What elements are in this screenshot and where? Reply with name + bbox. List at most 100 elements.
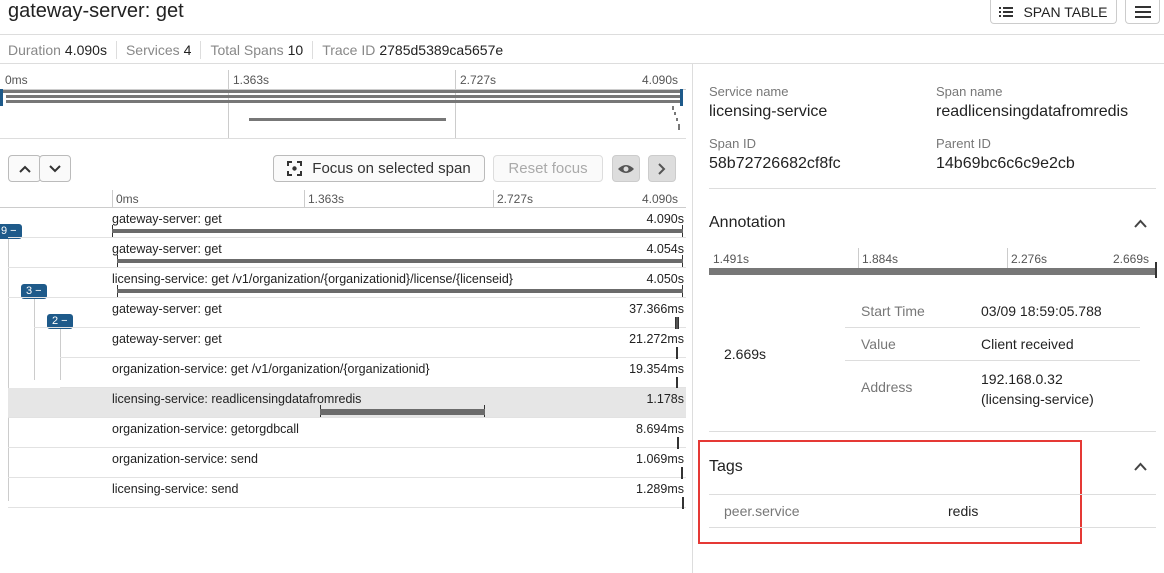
span-bar[interactable] <box>682 497 684 509</box>
span-label: organization-service: send <box>112 452 258 466</box>
annotation-marker <box>1155 262 1157 278</box>
trace-id-value: 2785d5389ca5657e <box>379 42 504 58</box>
menu-button[interactable] <box>1125 0 1160 24</box>
span-id-label: Span ID <box>709 136 756 151</box>
trace-minimap[interactable]: 0ms 1.363s 2.727s 4.090s <box>0 64 686 139</box>
span-duration: 4.090s <box>646 212 684 226</box>
focus-icon <box>287 161 303 176</box>
chevron-down-icon <box>49 164 61 172</box>
focus-selected-span-button[interactable]: Focus on selected span <box>273 155 485 182</box>
list-icon <box>999 6 1014 17</box>
total-spans-label: Total Spans <box>210 42 284 58</box>
page-title: gateway-server: get <box>8 0 184 22</box>
focus-label: Focus on selected span <box>312 160 471 177</box>
annotation-tick: 1.491s <box>713 252 750 266</box>
start-time-value: 03/09 18:59:05.788 <box>981 303 1102 319</box>
timeline-tick: 0ms <box>116 192 139 206</box>
span-bar[interactable] <box>117 289 683 293</box>
span-label: gateway-server: get <box>112 302 222 316</box>
span-table-button[interactable]: SPAN TABLE <box>990 0 1117 24</box>
span-duration: 21.272ms <box>629 332 684 346</box>
minimap-tick: 0ms <box>5 73 28 87</box>
annotation-tick: 2.669s <box>1113 252 1150 266</box>
divider <box>0 34 1164 35</box>
hamburger-icon <box>1134 5 1151 18</box>
services-label: Services <box>125 42 180 58</box>
span-label: gateway-server: get <box>112 242 222 256</box>
span-duration: 19.354ms <box>629 362 684 376</box>
span-duration: 37.366ms <box>629 302 684 316</box>
toggle-visibility-button[interactable] <box>612 155 640 182</box>
trace-id-label: Trace ID <box>322 42 376 58</box>
next-button[interactable] <box>648 155 676 182</box>
parent-id-value: 14b69bc6c6c9e2cb <box>936 155 1075 172</box>
span-duration: 1.289ms <box>636 482 684 496</box>
span-duration: 1.178s <box>646 392 684 406</box>
minimap-span-bar <box>2 90 682 93</box>
reset-focus-button[interactable]: Reset focus <box>493 155 603 182</box>
minimap-right-handle[interactable] <box>680 89 683 106</box>
span-label: licensing-service: readlicensingdatafrom… <box>112 392 362 406</box>
collapse-tags-icon[interactable] <box>1134 462 1147 471</box>
timeline-tick: 2.727s <box>497 192 534 206</box>
duration-value: 4.090s <box>64 42 107 58</box>
minimap-tick: 4.090s <box>642 73 679 87</box>
value-value: Client received <box>981 336 1074 352</box>
chevron-right-icon <box>658 162 666 175</box>
annotation-tick: 2.276s <box>1011 252 1048 266</box>
span-id-value: 58b72726682cf8fc <box>709 155 841 172</box>
span-label: organization-service: getorgdbcall <box>112 422 299 436</box>
annotation-title: Annotation <box>709 214 786 231</box>
minimap-span-bar <box>6 95 682 98</box>
chevron-up-icon <box>18 165 31 173</box>
timeline-tick: 1.363s <box>308 192 345 206</box>
tags-highlight <box>698 440 1082 544</box>
minimap-span-bar <box>6 100 682 103</box>
span-duration: 1.069ms <box>636 452 684 466</box>
span-name-value: readlicensingdatafromredis <box>936 103 1129 120</box>
duration-label: Duration <box>8 42 61 58</box>
span-label: gateway-server: get <box>112 332 222 346</box>
tag-key: peer.service <box>724 503 800 519</box>
trace-meta: Duration 4.090s Services 4 Total Spans 10 T… <box>8 41 503 59</box>
service-name-value: licensing-service <box>709 103 828 120</box>
parent-id-label: Parent ID <box>936 136 991 151</box>
reset-focus-label: Reset focus <box>508 160 588 177</box>
span-duration: 4.050s <box>646 272 684 286</box>
span-label: gateway-server: get <box>112 212 222 226</box>
span-label: licensing-service: get /v1/organization/… <box>112 272 513 286</box>
span-bar[interactable] <box>117 259 683 263</box>
span-name-label: Span name <box>936 84 1003 99</box>
annotation-axis: 1.491s 1.884s 2.276s 2.669s <box>709 248 1157 278</box>
minimap-tick: 1.363s <box>233 73 270 87</box>
services-value: 4 <box>183 42 192 58</box>
eye-icon <box>618 164 634 173</box>
annotation-tick: 1.884s <box>862 252 899 266</box>
timeline-tick: 4.090s <box>642 192 679 206</box>
panel-divider <box>692 64 693 573</box>
annotation-bar <box>709 268 1156 275</box>
expand-up-button[interactable] <box>8 155 41 182</box>
start-time-label: Start Time <box>861 303 925 319</box>
total-spans-value: 10 <box>287 42 304 58</box>
minimap-span-bar <box>249 118 446 121</box>
value-label: Value <box>861 336 896 352</box>
annotation-time: 2.669s <box>724 346 767 362</box>
address-value: 192.168.0.32 (licensing-service) <box>981 371 1094 407</box>
span-bar[interactable] <box>112 229 683 233</box>
minimap-left-handle[interactable] <box>0 89 3 106</box>
span-label: organization-service: get /v1/organizati… <box>112 362 430 376</box>
address-label: Address <box>861 379 913 395</box>
service-name-label: Service name <box>709 84 789 99</box>
span-label: licensing-service: send <box>112 482 239 496</box>
span-bar[interactable] <box>320 409 485 415</box>
span-table-label: SPAN TABLE <box>1023 3 1108 20</box>
tags-title: Tags <box>709 458 743 475</box>
span-duration: 8.694ms <box>636 422 684 436</box>
collapse-annotation-icon[interactable] <box>1134 219 1147 228</box>
minimap-tick: 2.727s <box>460 73 497 87</box>
expand-down-button[interactable] <box>39 155 71 182</box>
tag-value: redis <box>948 503 979 519</box>
timeline-axis: 0ms 1.363s 2.727s 4.090s <box>0 190 686 208</box>
span-duration: 4.054s <box>646 242 684 256</box>
